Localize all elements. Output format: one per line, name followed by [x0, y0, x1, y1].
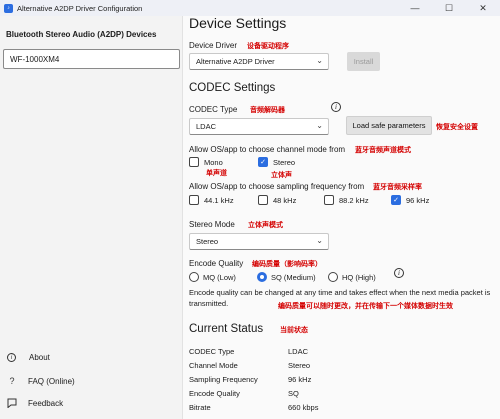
faq-label: FAQ (Online)	[28, 376, 75, 386]
checkmark-icon: ✓	[391, 195, 401, 205]
radio-circle	[189, 272, 199, 282]
about-link[interactable]: i About	[6, 353, 50, 362]
encode-quality-annotation: 编码质量（影响码率）	[252, 261, 322, 268]
status-key: Sampling Frequency	[189, 375, 258, 384]
freq-44-label: 44.1 kHz	[204, 195, 234, 205]
freq-48-label: 48 kHz	[273, 195, 297, 205]
status-value: Stereo	[288, 361, 311, 370]
device-settings-heading: Device Settings	[189, 15, 287, 31]
stereo-label: Stereo	[273, 157, 296, 167]
stereo-mode-annotation: 立体声模式	[248, 222, 283, 229]
load-safe-annotation: 恢复安全设置	[436, 124, 478, 131]
codec-info-icon[interactable]: i	[331, 102, 341, 112]
install-button[interactable]: Install	[347, 52, 380, 71]
device-driver-label: Device Driver	[189, 41, 238, 50]
status-key: Channel Mode	[189, 361, 238, 370]
info-icon: i	[7, 353, 16, 362]
codec-type-value: LDAC	[196, 122, 217, 131]
hq-label: HQ (High)	[342, 272, 376, 282]
current-status-heading: Current Status	[189, 323, 264, 335]
maximize-button[interactable]: ☐	[432, 0, 466, 16]
radio-circle	[328, 272, 338, 282]
mono-label: Mono	[204, 157, 223, 167]
stereo-checkbox[interactable]: ✓ Stereo	[258, 157, 295, 167]
question-icon: ?	[9, 376, 15, 386]
encode-quality-label: Encode Quality	[189, 259, 244, 268]
device-list-item[interactable]: WF-1000XM4	[3, 49, 180, 69]
chevron-down-icon: ⌄	[316, 236, 323, 245]
checkmark-icon: ✓	[258, 157, 268, 167]
current-status-annotation: 当前状态	[280, 327, 308, 334]
sq-label: SQ (Medium)	[271, 272, 316, 282]
device-driver-annotation: 设备驱动程序	[247, 43, 289, 50]
codec-type-annotation: 音频解码器	[250, 107, 285, 114]
load-safe-parameters-button[interactable]: Load safe parameters	[346, 116, 432, 135]
freq-44-checkbox[interactable]: 44.1 kHz	[189, 195, 234, 205]
close-button[interactable]: ✕	[466, 0, 500, 16]
about-label: About	[29, 353, 50, 362]
encode-note-annotation: 编码质量可以随时更改，并在传输下一个媒体数据时生效	[278, 303, 453, 310]
radio-circle-selected	[257, 272, 267, 282]
checkbox-box	[324, 195, 334, 205]
status-value: LDAC	[288, 347, 309, 356]
sampling-frequency-annotation: 蓝牙音频采样率	[373, 184, 422, 191]
mq-radio[interactable]: MQ (Low)	[189, 272, 236, 282]
checkbox-box	[189, 195, 199, 205]
stereo-mode-value: Stereo	[196, 237, 219, 246]
encode-info-icon[interactable]: i	[394, 268, 404, 278]
status-value: 96 kHz	[288, 375, 312, 384]
faq-link[interactable]: ? FAQ (Online)	[6, 375, 75, 387]
freq-96-checkbox[interactable]: ✓ 96 kHz	[391, 195, 429, 205]
codec-type-label: CODEC Type	[189, 105, 238, 114]
minimize-button[interactable]: —	[398, 0, 432, 16]
freq-88-label: 88.2 kHz	[339, 195, 369, 205]
app-icon: ♪	[4, 3, 13, 13]
status-value: SQ	[288, 389, 299, 398]
codec-settings-heading: CODEC Settings	[189, 82, 276, 94]
status-key: Bitrate	[189, 403, 211, 412]
stereo-mode-select[interactable]: Stereo ⌄	[189, 233, 329, 250]
chevron-down-icon: ⌄	[316, 121, 323, 130]
status-key: Encode Quality	[189, 389, 240, 398]
window-title: Alternative A2DP Driver Configuration	[17, 3, 143, 13]
feedback-label: Feedback	[28, 398, 64, 408]
main-panel: Device Settings Device Driver 设备驱动程序 Alt…	[183, 15, 500, 419]
codec-type-select[interactable]: LDAC ⌄	[189, 118, 329, 135]
channel-mode-annotation: 蓝牙音频声道模式	[355, 147, 411, 154]
checkbox-box	[258, 195, 268, 205]
channel-mode-label: Allow OS/app to choose channel mode from	[189, 145, 346, 154]
stereo-mode-label: Stereo Mode	[189, 220, 235, 229]
freq-48-checkbox[interactable]: 48 kHz	[258, 195, 296, 205]
stereo-annotation: 立体声	[271, 172, 292, 179]
mono-annotation: 单声道	[206, 170, 227, 177]
freq-96-label: 96 kHz	[406, 195, 430, 205]
status-value: 660 kbps	[288, 403, 319, 412]
checkbox-box	[189, 157, 199, 167]
sidebar-title: Bluetooth Stereo Audio (A2DP) Devices	[6, 30, 157, 39]
chevron-down-icon: ⌄	[316, 56, 323, 65]
device-driver-value: Alternative A2DP Driver	[196, 57, 275, 66]
feedback-icon	[6, 397, 18, 409]
hq-radio[interactable]: HQ (High)	[328, 272, 376, 282]
freq-88-checkbox[interactable]: 88.2 kHz	[324, 195, 369, 205]
mq-label: MQ (Low)	[203, 272, 236, 282]
mono-checkbox[interactable]: Mono	[189, 157, 223, 167]
status-key: CODEC Type	[189, 347, 235, 356]
sq-radio[interactable]: SQ (Medium)	[257, 272, 316, 282]
sidebar: Bluetooth Stereo Audio (A2DP) Devices WF…	[0, 16, 183, 419]
sampling-frequency-label: Allow OS/app to choose sampling frequenc…	[189, 182, 365, 191]
feedback-link[interactable]: Feedback	[6, 397, 63, 409]
device-driver-select[interactable]: Alternative A2DP Driver ⌄	[189, 53, 329, 70]
